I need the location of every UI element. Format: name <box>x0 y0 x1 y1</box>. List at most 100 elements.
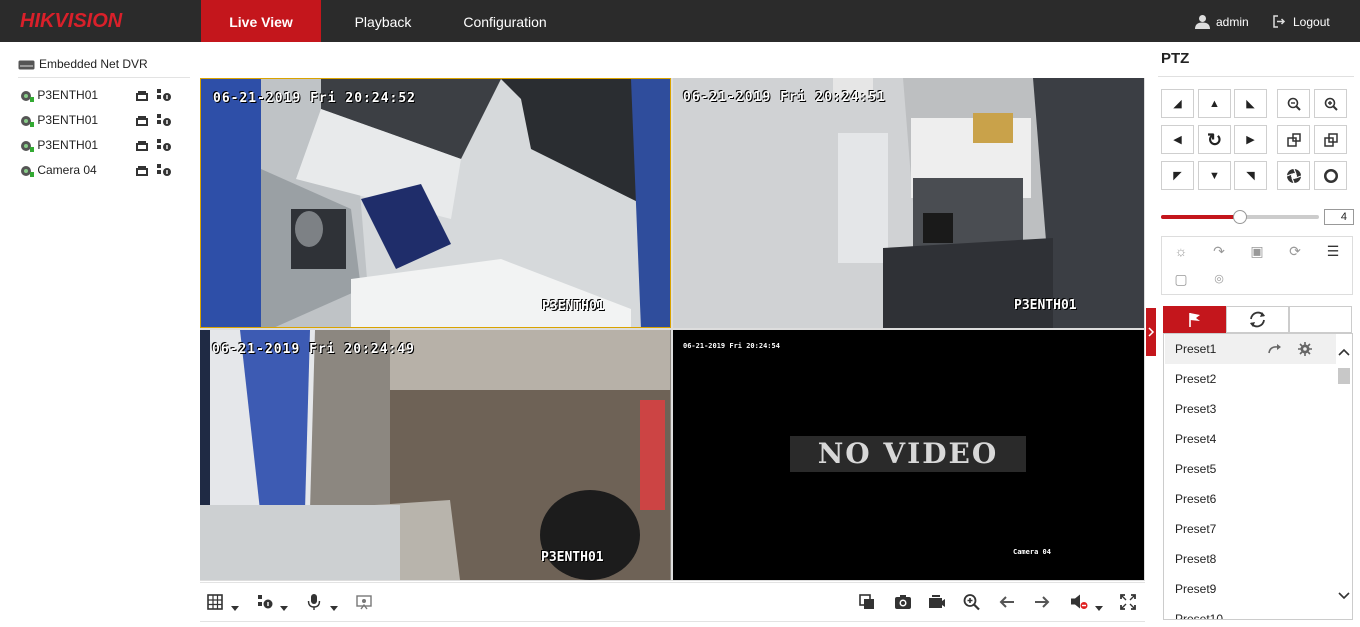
volume-muted-icon[interactable] <box>1070 592 1088 612</box>
scroll-thumb[interactable] <box>1338 368 1350 384</box>
more-menu-button[interactable]: ☰ <box>1314 238 1352 264</box>
chevron-down-icon[interactable] <box>330 599 338 619</box>
manual-track-button[interactable]: ▢ <box>1162 266 1200 292</box>
video-tile-4[interactable]: 06-21-2019 Fri 20:24:54 NO VIDEO Camera … <box>673 330 1144 580</box>
snapshot-icon[interactable] <box>894 592 912 612</box>
scroll-down-icon[interactable] <box>1338 592 1350 600</box>
ptz-down-left-button[interactable]: ◤ <box>1161 161 1194 190</box>
stream-info-icon[interactable] <box>156 138 172 152</box>
ptz-collapse-handle[interactable] <box>1146 308 1156 356</box>
stream-info-icon[interactable] <box>156 88 172 102</box>
preset-item[interactable]: Preset3 <box>1165 394 1336 424</box>
video-tile-1[interactable]: 06-21-2019 Fri 20:24:52 P3ENTH01 <box>200 78 671 328</box>
zoom-in-button[interactable] <box>1314 89 1347 118</box>
arrow-right-icon[interactable] <box>1034 592 1050 612</box>
osd-timestamp: 06-21-2019 Fri 20:24:49 <box>212 342 416 357</box>
fullscreen-icon[interactable] <box>1120 592 1136 612</box>
record-icon[interactable] <box>135 165 149 177</box>
record-icon[interactable] <box>135 90 149 102</box>
chevron-down-icon[interactable] <box>280 599 288 619</box>
scroll-up-icon[interactable] <box>1338 348 1350 356</box>
user-icon <box>1195 15 1210 29</box>
record-icon[interactable] <box>135 115 149 127</box>
preset-item[interactable]: Preset9 <box>1165 574 1336 604</box>
light-button[interactable]: ☼ <box>1162 238 1200 264</box>
zoom-out-button[interactable] <box>1277 89 1310 118</box>
tab-configuration[interactable]: Configuration <box>450 0 560 42</box>
preset-item[interactable]: Preset5 <box>1165 454 1336 484</box>
device-label: Embedded Net DVR <box>39 57 148 71</box>
ptz-left-button[interactable]: ◀ <box>1161 125 1194 154</box>
camera-item[interactable]: P3ENTH01 <box>20 111 190 131</box>
ptz-down-right-button[interactable]: ◥ <box>1234 161 1267 190</box>
stream-info-icon[interactable] <box>156 113 172 127</box>
patrol-tab[interactable] <box>1226 306 1289 333</box>
video-frame-atm-lobby <box>201 79 670 327</box>
osd-camera-name: P3ENTH01 <box>1014 298 1077 313</box>
ptz-up-button[interactable]: ▲ <box>1198 89 1231 118</box>
lens-init-button[interactable]: ⟳ <box>1276 238 1314 264</box>
osd-camera-name: Camera 04 <box>1013 548 1051 556</box>
tab-playback[interactable]: Playback <box>330 0 436 42</box>
stream-info-icon[interactable] <box>156 163 172 177</box>
iris-close-icon <box>1323 169 1338 184</box>
video-tile-3[interactable]: 06-21-2019 Fri 20:24:49 P3ENTH01 <box>200 330 671 580</box>
iris-open-button[interactable] <box>1277 161 1310 190</box>
auxiliary-focus-button[interactable]: ▣ <box>1238 238 1276 264</box>
preset-tab[interactable] <box>1163 306 1226 333</box>
focus-far-button[interactable] <box>1314 125 1347 154</box>
pattern-tab[interactable] <box>1289 306 1352 333</box>
preset-item[interactable]: Preset1 <box>1165 334 1336 364</box>
stream-type-icon[interactable] <box>257 592 273 612</box>
gear-icon[interactable] <box>1298 342 1312 356</box>
camera-name: P3ENTH01 <box>37 88 99 102</box>
zoom-in-icon[interactable] <box>963 592 980 612</box>
iris-close-button[interactable] <box>1314 161 1347 190</box>
window-layout-icon[interactable] <box>207 592 223 612</box>
preset-label: Preset6 <box>1175 492 1217 506</box>
camera-item[interactable]: Camera 04 <box>20 161 190 181</box>
ptz-down-button[interactable]: ▼ <box>1198 161 1231 190</box>
logout-link[interactable]: Logout <box>1293 0 1330 42</box>
focus-far-icon <box>1323 133 1338 147</box>
preset-item[interactable]: Preset2 <box>1165 364 1336 394</box>
preset-item[interactable]: Preset4 <box>1165 424 1336 454</box>
ptz-auto-button[interactable]: ↻ <box>1198 125 1231 154</box>
ptz-up-left-button[interactable]: ◢ <box>1161 89 1194 118</box>
device-node[interactable]: Embedded Net DVR <box>18 55 190 78</box>
ptz-title: PTZ <box>1161 50 1190 67</box>
arrow-left-icon[interactable] <box>999 592 1015 612</box>
ptz-up-right-button[interactable]: ◣ <box>1234 89 1267 118</box>
ptz-right-button[interactable]: ▶ <box>1234 125 1267 154</box>
wiper-button[interactable]: ↷ <box>1200 238 1238 264</box>
video-tile-2[interactable]: 06-21-2019 Fri 20:24:51 P3ENTH01 <box>673 78 1144 328</box>
chevron-down-icon[interactable] <box>1095 599 1103 619</box>
record-icon[interactable] <box>135 140 149 152</box>
logout-icon[interactable] <box>1273 15 1286 28</box>
focus-near-button[interactable] <box>1277 125 1310 154</box>
preset-item[interactable]: Preset6 <box>1165 484 1336 514</box>
live-view-toolbar <box>200 582 1145 622</box>
ptz-function-panel: ☼ ↷ ▣ ⟳ ☰ ▢ ◎ <box>1161 236 1353 295</box>
record-all-icon[interactable] <box>928 592 946 612</box>
ptz-speed-thumb[interactable] <box>1233 210 1247 224</box>
chevron-right-icon <box>1148 327 1155 337</box>
preset-label: Preset10 <box>1175 612 1224 620</box>
call-preset-icon[interactable] <box>1268 343 1282 355</box>
ptz-speed-slider[interactable] <box>1161 210 1319 224</box>
preset-item[interactable]: Preset10 <box>1165 604 1336 620</box>
ptz-speed-value[interactable]: 4 <box>1324 209 1354 225</box>
preset-item[interactable]: Preset8 <box>1165 544 1336 574</box>
3d-positioning-button[interactable]: ◎ <box>1200 266 1238 292</box>
preset-scrollbar[interactable] <box>1336 334 1352 619</box>
digital-zoom-icon[interactable] <box>356 592 372 612</box>
capture-all-icon[interactable] <box>859 592 875 612</box>
zoom-out-icon <box>1287 97 1301 111</box>
tab-live-view[interactable]: Live View <box>201 0 321 42</box>
preset-item[interactable]: Preset7 <box>1165 514 1336 544</box>
camera-item[interactable]: P3ENTH01 <box>20 136 190 156</box>
preset-label: Preset8 <box>1175 552 1217 566</box>
chevron-down-icon[interactable] <box>231 599 239 619</box>
microphone-icon[interactable] <box>307 592 321 612</box>
camera-item[interactable]: P3ENTH01 <box>20 86 190 106</box>
